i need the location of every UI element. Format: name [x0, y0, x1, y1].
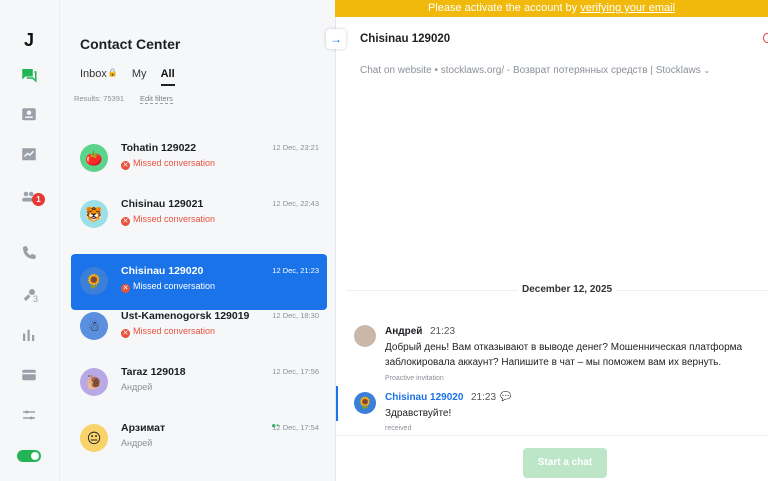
conversation-status: ✕ Missed conversation	[121, 158, 215, 170]
avatar: 😐	[80, 424, 108, 452]
analytics-icon[interactable]	[18, 144, 40, 166]
app-logo[interactable]: J	[24, 30, 34, 51]
conversation-item[interactable]: 🍅 Tohatin 129022 12 Dec, 23:21 ✕ Missed c…	[71, 131, 327, 187]
conversation-date: 12 Dec, 17:54	[272, 423, 319, 432]
conversation-status: ✕ Missed conversation	[121, 281, 215, 293]
avatar: 🐯	[80, 200, 108, 228]
date-separator: December 12, 2025	[518, 284, 617, 295]
conversation-date: 12 Dec, 18:30	[272, 311, 319, 320]
conversation-item[interactable]: ☃ Ust-Kamenogorsk 129019 12 Dec, 18:30 ✕…	[71, 299, 327, 355]
tab-my-label: My	[131, 68, 147, 80]
message-time: 21:23	[430, 326, 456, 337]
conversation-status-text: Missed conversation	[133, 214, 216, 224]
tab-all-label: All	[160, 68, 175, 80]
conversation-name: Арзимат	[121, 422, 166, 434]
avatar: ☃	[80, 312, 108, 340]
conversation-item[interactable]: 🐌 Taraz 129018 12 Dec, 17:56 Андрей	[71, 355, 327, 411]
team-badge: 1	[32, 193, 45, 206]
agent-avatar	[354, 325, 376, 347]
conversation-name: Tohatin 129022	[121, 142, 197, 154]
conversation-date: 12 Dec, 21:23	[272, 266, 319, 275]
chat-title: Chisinau 129020	[360, 33, 451, 45]
message-meta: received	[385, 425, 412, 432]
settings-sliders-icon[interactable]	[18, 404, 40, 426]
chat-source[interactable]: Chat on website • stocklaws.org/ - Возвр…	[360, 65, 710, 76]
main-sidebar: J 1 3	[0, 0, 60, 481]
billing-icon[interactable]	[18, 364, 40, 386]
chevron-down-icon: ⌄	[703, 66, 711, 75]
conversation-agent: Андрей	[121, 438, 153, 448]
conversation-status: ✕ Missed conversation	[121, 326, 215, 338]
message-text: Добрый день! Вам отказывают в выводе ден…	[385, 342, 743, 368]
integrations-icon[interactable]: 3	[18, 284, 40, 306]
tab-inbox[interactable]: Inbox🔒	[80, 68, 118, 80]
team-icon[interactable]: 1	[18, 186, 45, 208]
conversation-date: 12 Dec, 22:43	[272, 199, 319, 208]
message-time: 21:23	[471, 392, 497, 403]
conversation-name: Taraz 129018	[121, 366, 186, 378]
conversation-status-text: Missed conversation	[133, 326, 216, 336]
missed-icon: ✕	[121, 329, 130, 338]
tab-inbox-label: Inbox	[80, 68, 107, 80]
contacts-icon[interactable]	[18, 104, 40, 126]
conversation-name: Chisinau 129021	[121, 198, 204, 210]
online-status-toggle[interactable]	[17, 450, 41, 462]
missed-icon: ✕	[121, 284, 130, 293]
conversation-date: 12 Dec, 23:21	[272, 143, 319, 152]
message-text: Здравствуйте!	[385, 408, 452, 419]
conversation-status: ✕ Missed conversation	[121, 214, 215, 226]
inbox-tabs: Inbox🔒 My All	[80, 68, 175, 86]
message-author: Chisinau 129020	[385, 392, 464, 403]
close-icon[interactable]	[763, 33, 768, 43]
avatar: 🍅	[80, 144, 108, 172]
lock-icon: 🔒	[107, 68, 118, 77]
message-author: Андрей	[385, 326, 423, 337]
page-title: Contact Center	[80, 36, 181, 52]
comment-icon[interactable]: 💬	[500, 391, 511, 402]
results-count: Results: 75391	[74, 94, 125, 103]
edit-filters-link[interactable]: Edit filters	[140, 94, 173, 104]
integrations-count: 3	[33, 294, 39, 304]
verify-email-link[interactable]: verifying your email	[580, 2, 675, 14]
footer-divider	[336, 435, 768, 436]
tab-my[interactable]: My	[132, 68, 147, 80]
bar-chart-icon[interactable]	[18, 324, 40, 346]
conversation-agent: Андрей	[121, 382, 153, 392]
activation-banner: Please activate the account by verifying…	[335, 0, 768, 17]
start-chat-button[interactable]: Start a chat	[523, 448, 607, 478]
avatar: 🌻	[80, 267, 108, 295]
message-meta: Proactive invitation	[385, 375, 444, 382]
missed-icon: ✕	[121, 161, 130, 170]
conversation-name: Chisinau 129020	[121, 265, 204, 277]
conversation-status-text: Missed conversation	[133, 281, 216, 291]
chat-panel: → Chisinau 129020 Chat on website • stoc…	[326, 17, 768, 481]
chat-source-text: Chat on website • stocklaws.org/ - Возвр…	[360, 65, 701, 76]
conversation-status-text: Missed conversation	[133, 158, 216, 168]
conversation-item[interactable]: 🐯 Chisinau 129021 12 Dec, 22:43 ✕ Missed …	[71, 187, 327, 243]
avatar: 🐌	[80, 368, 108, 396]
visitor-avatar: 🌻	[354, 392, 376, 414]
conversation-list-panel: Contact Center Inbox🔒 My All Results: 75…	[60, 0, 335, 481]
arrow-right-icon[interactable]: →	[326, 29, 346, 49]
message-highlight-bar	[336, 386, 338, 421]
phone-icon[interactable]	[18, 242, 40, 264]
conversation-item[interactable]: 😐 Арзимат ●• 12 Dec, 17:54 Андрей	[71, 411, 327, 467]
tab-all[interactable]: All	[160, 68, 175, 86]
conversation-date: 12 Dec, 17:56	[272, 367, 319, 376]
missed-icon: ✕	[121, 217, 130, 226]
banner-text: Please activate the account by	[427, 2, 578, 14]
chat-icon[interactable]	[18, 64, 40, 86]
conversation-name: Ust-Kamenogorsk 129019	[121, 310, 250, 322]
